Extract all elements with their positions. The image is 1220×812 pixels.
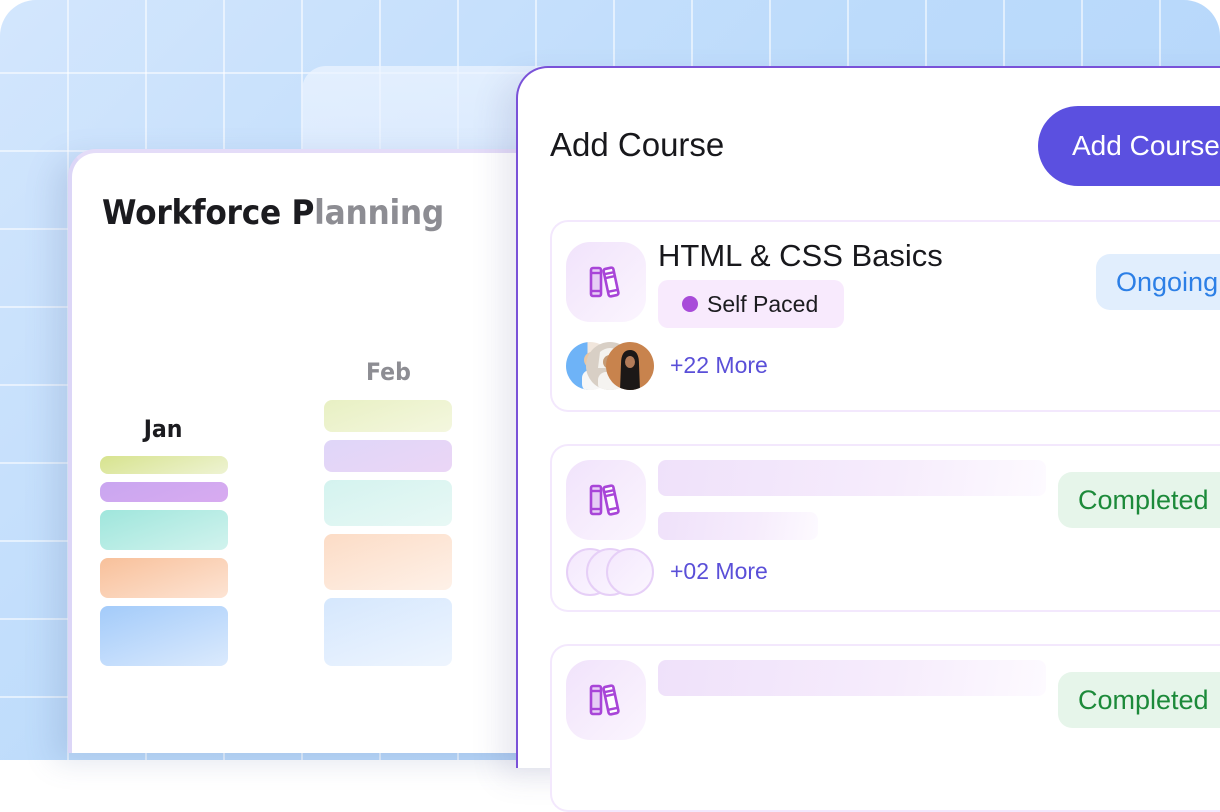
feb-bar-3[interactable] [324,480,452,526]
self-paced-badge: Self Paced [658,280,845,328]
badge-label: Self Paced [707,290,819,317]
avatar-group[interactable] [566,342,654,390]
jan-bar-2[interactable] [100,482,228,502]
title-placeholder [658,460,1046,496]
feb-bar-5[interactable] [324,598,452,666]
course-card[interactable]: Completed +02 More [550,444,1220,612]
avatar-group[interactable] [566,548,654,596]
more-participants-link[interactable]: +22 More [670,352,768,379]
add-course-panel: Add Course Add Course HTML & CSS Basics … [516,66,1220,812]
feb-bar-4[interactable] [324,534,452,590]
feb-bar-2[interactable] [324,440,452,472]
course-card[interactable]: Completed [550,644,1220,812]
status-badge-completed: Completed [1058,472,1220,528]
add-course-button[interactable]: Add Course [1038,106,1220,186]
more-participants-link[interactable]: +02 More [670,558,768,585]
status-dot-icon [682,296,698,312]
course-icon-tile [566,460,646,540]
jan-bar-1[interactable] [100,456,228,474]
badge-placeholder [658,512,818,540]
month-label-jan: Jan [143,415,183,443]
avatar [606,342,654,390]
books-icon [589,684,620,716]
course-icon-tile [566,660,646,740]
panel-title: Add Course [550,126,725,163]
feb-bar-1[interactable] [324,400,452,432]
jan-bar-3[interactable] [100,510,228,550]
course-title: HTML & CSS Basics [658,238,943,273]
title-placeholder [658,660,1046,696]
course-icon-tile [566,242,646,322]
status-badge-ongoing: Ongoing [1096,254,1220,310]
jan-bar-4[interactable] [100,558,228,598]
avatar-placeholder [606,548,654,596]
course-card[interactable]: HTML & CSS Basics Self Paced Ongoing +22… [550,220,1220,412]
status-badge-completed: Completed [1058,672,1220,728]
books-icon [589,484,620,516]
jan-bar-5[interactable] [100,606,228,666]
books-icon [589,266,620,298]
workforce-planning-title: Workforce Planning [102,193,444,233]
workforce-planning-card: Workforce Planning Jan Feb [68,149,592,753]
month-label-feb: Feb [365,358,411,386]
